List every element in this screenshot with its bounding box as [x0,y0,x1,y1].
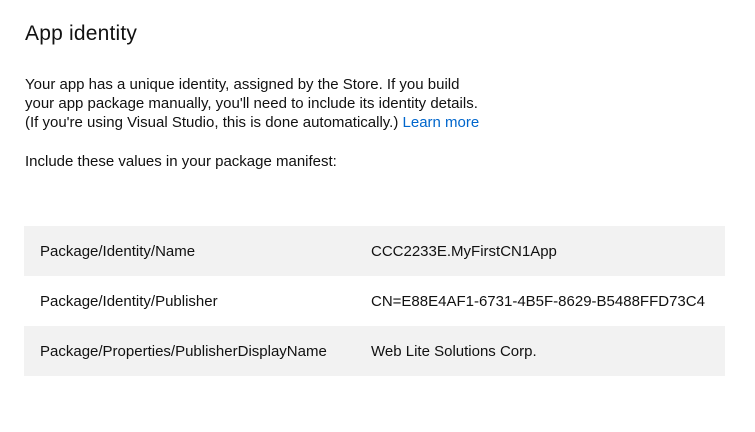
publisher-display-name-key: Package/Properties/PublisherDisplayName [40,342,327,360]
page-title: App identity [25,22,138,45]
intro-line-3: (If you're using Visual Studio, this is … [25,114,399,131]
intro-line-1: Your app has a unique identity, assigned… [25,76,460,93]
table-row: Package/Properties/PublisherDisplayName … [24,326,725,376]
table-row: Package/Identity/Publisher CN=E88E4AF1-6… [24,276,725,326]
intro-line-2: your app package manually, you'll need t… [25,95,478,112]
manifest-instruction: Include these values in your package man… [25,153,337,170]
identity-name-value: CCC2233E.MyFirstCN1App [371,242,557,260]
identity-name-key: Package/Identity/Name [40,242,196,260]
identity-publisher-key: Package/Identity/Publisher [40,292,218,310]
learn-more-link[interactable]: Learn more [403,114,480,131]
app-identity-page: App identity Your app has a unique ident… [0,0,755,376]
identity-table: Package/Identity/Name CCC2233E.MyFirstCN… [24,226,725,376]
table-row: Package/Identity/Name CCC2233E.MyFirstCN… [24,226,725,276]
intro-paragraph: Your app has a unique identity, assigned… [25,75,755,132]
identity-publisher-value: CN=E88E4AF1-6731-4B5F-8629-B5488FFD73C4 [371,292,705,310]
publisher-display-name-value: Web Lite Solutions Corp. [371,342,537,360]
